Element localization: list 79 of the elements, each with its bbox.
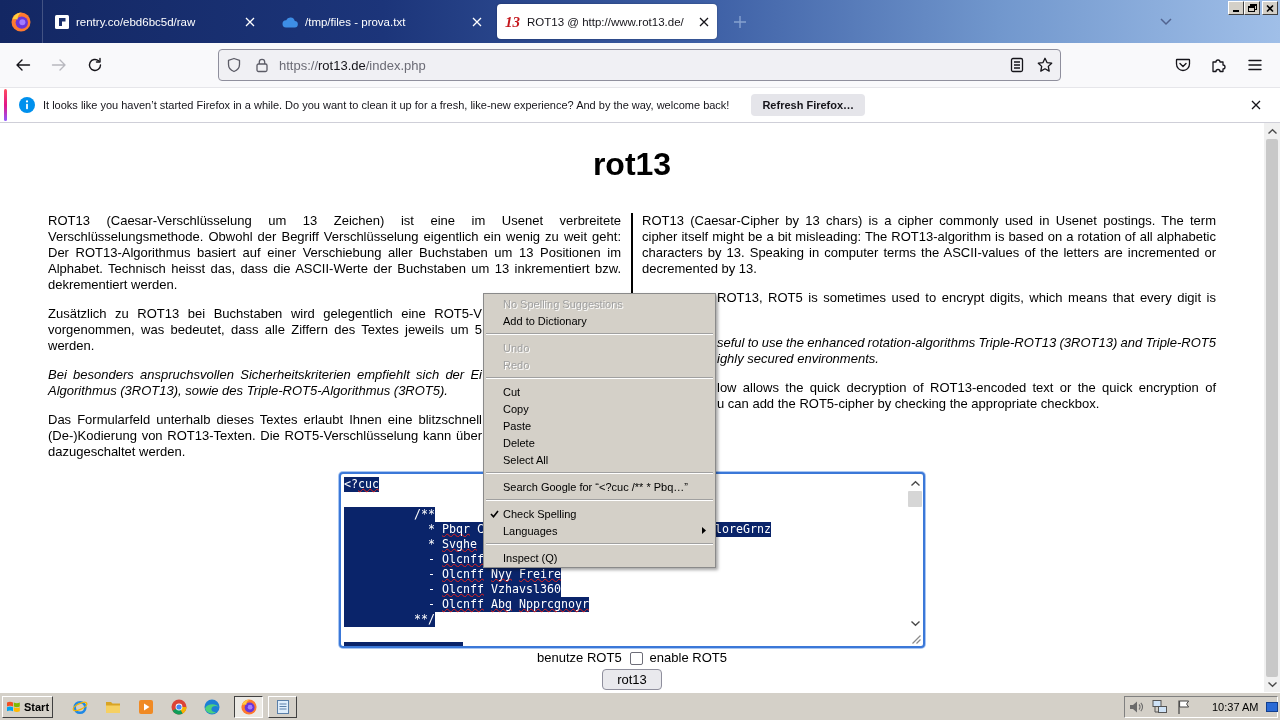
paragraph: ROT13 (Caesar-Cipher by 13 chars) is a cipher commonly used in Usenet postings. The term cipher itself might be a bit misleading: The ROT13-algorithm is based on a rotation of all alphabetic characters by 13. Speaking in computer terms the ASCII-values of the letters are incremented or decremented by 13. bbox=[642, 213, 1216, 277]
menu-item[interactable]: Copy bbox=[485, 400, 714, 417]
paragraph-line: Algorithmus (3ROT13), sowie des Triple-ROT5-Algorithmus (3ROT5). bbox=[48, 383, 448, 399]
block-logo-icon bbox=[55, 14, 69, 29]
shield-icon[interactable] bbox=[226, 57, 242, 73]
restore-button[interactable] bbox=[1244, 1, 1260, 15]
paragraph-line: ighly secured environments. bbox=[717, 351, 879, 367]
network-icon[interactable] bbox=[1152, 698, 1168, 715]
scrollbar-thumb[interactable] bbox=[1266, 139, 1278, 677]
close-icon bbox=[1266, 4, 1274, 12]
info-icon bbox=[19, 97, 35, 113]
menu-item[interactable]: Cut bbox=[485, 383, 714, 400]
pocket-icon[interactable] bbox=[1175, 57, 1191, 73]
menu-item[interactable]: Paste bbox=[485, 417, 714, 434]
paragraph-line: low allows the quick decryption of ROT13-encoded text or the quick encryption of bbox=[717, 380, 1216, 396]
browser-logo-icon bbox=[240, 698, 257, 715]
check-icon bbox=[489, 509, 499, 518]
paragraph-line: (De-)Kodierung von ROT13-Texten. Die ROT5-Verschlüsselung kann über bbox=[48, 428, 482, 444]
start-button[interactable]: Start bbox=[2, 695, 53, 718]
accent-bar bbox=[4, 89, 7, 121]
restore-icon bbox=[1247, 4, 1257, 12]
menu-icon[interactable] bbox=[1247, 57, 1263, 73]
tab[interactable]: 13 ROT13 @ http://www.rot13.de/ bbox=[497, 4, 717, 39]
wave-circle-icon[interactable] bbox=[204, 698, 220, 715]
notepad-icon bbox=[274, 698, 291, 715]
desktop-icon[interactable] bbox=[1266, 700, 1279, 713]
menu-item[interactable]: Search Google for “<?cuc /** * Pbq…” bbox=[485, 478, 714, 495]
close-icon[interactable] bbox=[699, 16, 709, 27]
puzzle-icon[interactable] bbox=[1211, 57, 1227, 73]
checkbox[interactable] bbox=[629, 651, 643, 665]
reload-icon[interactable] bbox=[87, 57, 103, 73]
star-icon[interactable] bbox=[1037, 57, 1053, 73]
page-title: rot13 bbox=[591, 146, 673, 183]
refresh-button[interactable]: Refresh Firefox… bbox=[751, 94, 866, 116]
lock-icon[interactable] bbox=[254, 57, 270, 73]
paragraph-line: werden. bbox=[48, 338, 95, 354]
paragraph-line: Bei besonders anspruchsvollen Sicherheitskriterien empfiehlt sich der Ei bbox=[48, 367, 482, 383]
menu-item[interactable]: Check Spelling bbox=[485, 505, 714, 522]
segmented-circle-icon[interactable] bbox=[171, 698, 187, 715]
menu-item[interactable]: Add to Dictionary bbox=[485, 312, 714, 329]
clock: 10:37 AM bbox=[1212, 700, 1259, 713]
scroll-down-icon[interactable] bbox=[910, 621, 920, 626]
close-button[interactable] bbox=[1262, 1, 1278, 15]
menu-item[interactable]: Select All bbox=[485, 451, 714, 468]
flag-icon[interactable] bbox=[1176, 698, 1192, 715]
paragraph-line: Zusätzlich zu ROT13 bei Buchstaben wird gelegentlich eine ROT5-V bbox=[48, 306, 482, 322]
menu-item[interactable]: Delete bbox=[485, 434, 714, 451]
cloud-icon bbox=[282, 15, 298, 28]
close-icon[interactable] bbox=[1251, 100, 1261, 110]
minimize-button[interactable] bbox=[1228, 1, 1244, 15]
favicon-text: 13 bbox=[505, 13, 520, 30]
paragraph-line: u can add the ROT5-cipher by checking the appropriate checkbox. bbox=[717, 396, 1100, 412]
paragraph-line: vorgenommen, was bedeutet, dass alle Ziffern des Textes jeweils um 5 bbox=[48, 322, 482, 338]
scroll-up-icon[interactable] bbox=[1267, 129, 1277, 134]
paragraph: ROT13 (Caesar-Verschlüsselung um 13 Zeichen) ist eine im Usenet verbreitete Verschlüsselungsmethode. Obwohl der Begriff Verschlüsselung eigentlich ein wenig zu weit geht: Der ROT13-Algorithmus basiert auf einer Verschiebung aller Buchstaben um 13 Positionen im Alphabet. Technisch heisst das, dass die ASCII-Werte der Buchstaben um 13 inkrementiert bzw. dekrementiert werden. bbox=[48, 213, 621, 293]
tab[interactable]: rentry.co/ebd6bc5d/raw bbox=[43, 4, 263, 39]
scroll-down-icon[interactable] bbox=[1267, 682, 1277, 687]
address-bar[interactable]: https://rot13.de/index.php bbox=[218, 49, 1061, 81]
notification-message: It looks like you haven’t started Firefox in a while. Do you want to clean it up for a fresh, like-new experience? And by the way, welcome back! bbox=[43, 99, 730, 111]
paragraph-line: ROT13, ROT5 is sometimes used to encrypt digits, which means that every digit is bbox=[717, 290, 1216, 306]
convert-button[interactable]: rot13 bbox=[602, 669, 662, 690]
back-icon[interactable] bbox=[15, 57, 31, 73]
browser-logo-icon[interactable] bbox=[11, 11, 31, 32]
submenu-arrow-icon bbox=[702, 527, 706, 534]
checkbox-label: benutze ROT5 bbox=[537, 650, 622, 666]
paragraph-line: Das Formularfeld unterhalb dieses Textes erlaubt Ihnen eine blitzschnell bbox=[48, 412, 482, 428]
page-scrollbar[interactable] bbox=[1264, 123, 1280, 692]
flag-logo-icon bbox=[6, 700, 21, 713]
paragraph-line: seful to use the enhanced rotation-algorithms Triple-ROT13 (3ROT13) and Triple-ROT5 bbox=[717, 335, 1216, 351]
chevron-down-icon[interactable] bbox=[1160, 18, 1172, 25]
taskbar-button[interactable] bbox=[234, 695, 263, 718]
scroll-up-icon[interactable] bbox=[910, 481, 920, 486]
menu-item[interactable]: Languages bbox=[485, 522, 714, 539]
checkbox-label: enable ROT5 bbox=[649, 650, 727, 666]
paragraph-line: dazugeschaltet werden. bbox=[48, 444, 186, 460]
scrollbar-thumb[interactable] bbox=[908, 491, 922, 507]
reader-view-icon[interactable] bbox=[1009, 57, 1025, 73]
url-text: https://rot13.de/index.php bbox=[279, 57, 426, 73]
tab[interactable]: /tmp/files - prova.txt bbox=[270, 4, 490, 39]
